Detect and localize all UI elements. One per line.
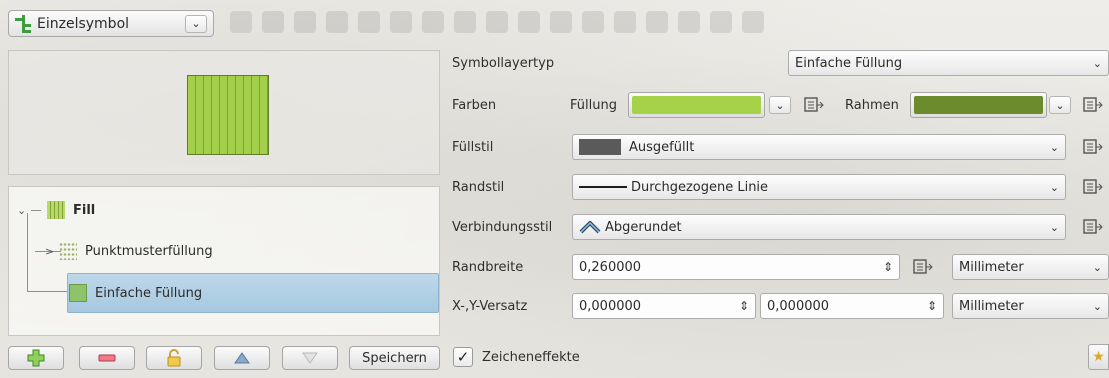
single-symbol-icon (15, 14, 31, 33)
offset-x-value: 0,000000 (579, 298, 642, 314)
draw-effects-checkbox[interactable]: ✓ (453, 347, 473, 367)
spin-arrows-icon[interactable]: ⇕ (739, 299, 749, 313)
lock-layer-button[interactable] (146, 346, 202, 370)
data-defined-override-icon[interactable] (912, 256, 934, 278)
chevron-down-icon: ⌄ (185, 14, 207, 33)
minus-icon (98, 354, 116, 362)
tree-item-label: Punktmusterfüllung (85, 243, 213, 259)
arrow-down-icon (302, 352, 318, 364)
spin-arrows-icon[interactable]: ⇕ (883, 260, 893, 274)
star-icon[interactable]: ★ (1088, 344, 1109, 370)
offset-unit-value: Millimeter (959, 298, 1024, 314)
offset-y-value: 0,000000 (767, 298, 830, 314)
fill-style-swatch (579, 139, 621, 155)
chevron-down-icon: ⌄ (1092, 56, 1102, 70)
remove-layer-button[interactable] (79, 346, 135, 370)
save-button[interactable]: Speichern (349, 346, 440, 370)
expand-icon: > (45, 244, 55, 258)
border-width-spinbox[interactable]: 0,260000 ⇕ (572, 254, 900, 280)
spin-arrows-icon[interactable]: ⇕ (927, 299, 937, 313)
border-style-value: Durchgezogene Linie (631, 179, 769, 195)
join-style-value: Abgerundet (605, 219, 682, 235)
solid-line-icon (579, 186, 627, 188)
data-defined-override-icon[interactable] (1082, 176, 1104, 198)
fill-color-label: Füllung (570, 98, 617, 113)
round-join-icon (579, 221, 601, 234)
move-down-button[interactable] (282, 346, 338, 370)
border-width-unit-dropdown[interactable]: Millimeter ⌄ (952, 254, 1109, 280)
stroke-color-button[interactable] (910, 92, 1047, 118)
symbol-layer-tree[interactable]: ⌄ Fill > Punktmusterfüllung Einfache Fül… (8, 186, 440, 336)
border-style-label: Randstil (452, 180, 505, 195)
border-width-unit-value: Millimeter (959, 259, 1024, 275)
symbol-preview (8, 50, 440, 175)
fill-color-menu-button[interactable]: ⌄ (769, 96, 791, 114)
stroke-color-swatch (914, 96, 1043, 114)
chevron-down-icon: ⌄ (1049, 180, 1059, 194)
symbol-layer-type-label: Symbollayertyp (452, 56, 555, 71)
stroke-color-menu-button[interactable]: ⌄ (1049, 96, 1071, 114)
draw-effects-label: Zeicheneffekte (482, 350, 580, 365)
chevron-down-icon: ⌄ (1049, 140, 1059, 154)
tree-item-fill[interactable]: ⌄ Fill (17, 201, 95, 219)
stroke-color-label: Rahmen (845, 98, 899, 113)
lock-icon (167, 349, 181, 367)
border-width-label: Randbreite (452, 260, 524, 275)
fill-symbol-icon (47, 201, 65, 219)
colors-label: Farben (452, 98, 497, 113)
arrow-up-icon (234, 352, 250, 364)
chevron-down-icon: ⌄ (1092, 299, 1102, 313)
tree-item-simple-fill[interactable]: Einfache Füllung (69, 284, 202, 302)
data-defined-override-icon[interactable] (1082, 94, 1104, 116)
border-width-value: 0,260000 (579, 259, 642, 275)
simple-fill-icon (69, 284, 87, 302)
offset-unit-dropdown[interactable]: Millimeter ⌄ (952, 293, 1109, 319)
fill-color-button[interactable] (628, 92, 765, 118)
tree-item-label: Einfache Füllung (95, 285, 203, 301)
tree-item-point-pattern[interactable]: > Punktmusterfüllung (45, 242, 213, 260)
offset-x-spinbox[interactable]: 0,000000 ⇕ (572, 293, 756, 319)
fill-style-label: Füllstil (452, 140, 494, 155)
tree-item-label: Fill (73, 202, 96, 218)
symbol-layer-type-dropdown[interactable]: Einfache Füllung ⌄ (788, 50, 1109, 76)
data-defined-override-icon[interactable] (1082, 136, 1104, 158)
renderer-label: Einzelsymbol (37, 15, 130, 32)
join-style-dropdown[interactable]: Abgerundet ⌄ (572, 214, 1066, 240)
data-defined-override-icon[interactable] (803, 94, 825, 116)
fill-style-value: Ausgefüllt (629, 139, 695, 155)
point-pattern-icon (59, 242, 77, 260)
save-button-label: Speichern (362, 350, 427, 366)
fill-style-dropdown[interactable]: Ausgefüllt ⌄ (572, 134, 1066, 160)
join-style-label: Verbindungsstil (452, 220, 553, 235)
offset-y-spinbox[interactable]: 0,000000 ⇕ (760, 293, 944, 319)
renderer-dropdown[interactable]: Einzelsymbol ⌄ (8, 10, 214, 37)
symbol-layer-type-value: Einfache Füllung (795, 55, 903, 71)
fill-color-swatch (632, 96, 761, 114)
chevron-down-icon: ⌄ (1092, 260, 1102, 274)
data-defined-override-icon[interactable] (1082, 216, 1104, 238)
add-layer-button[interactable] (8, 346, 64, 370)
border-style-dropdown[interactable]: Durchgezogene Linie ⌄ (572, 174, 1066, 200)
move-up-button[interactable] (214, 346, 270, 370)
plus-icon (27, 349, 45, 367)
offset-label: X-,Y-Versatz (452, 299, 528, 314)
collapse-icon: ⌄ (17, 203, 27, 217)
symbol-preview-swatch (187, 75, 269, 155)
chevron-down-icon: ⌄ (1049, 220, 1059, 234)
